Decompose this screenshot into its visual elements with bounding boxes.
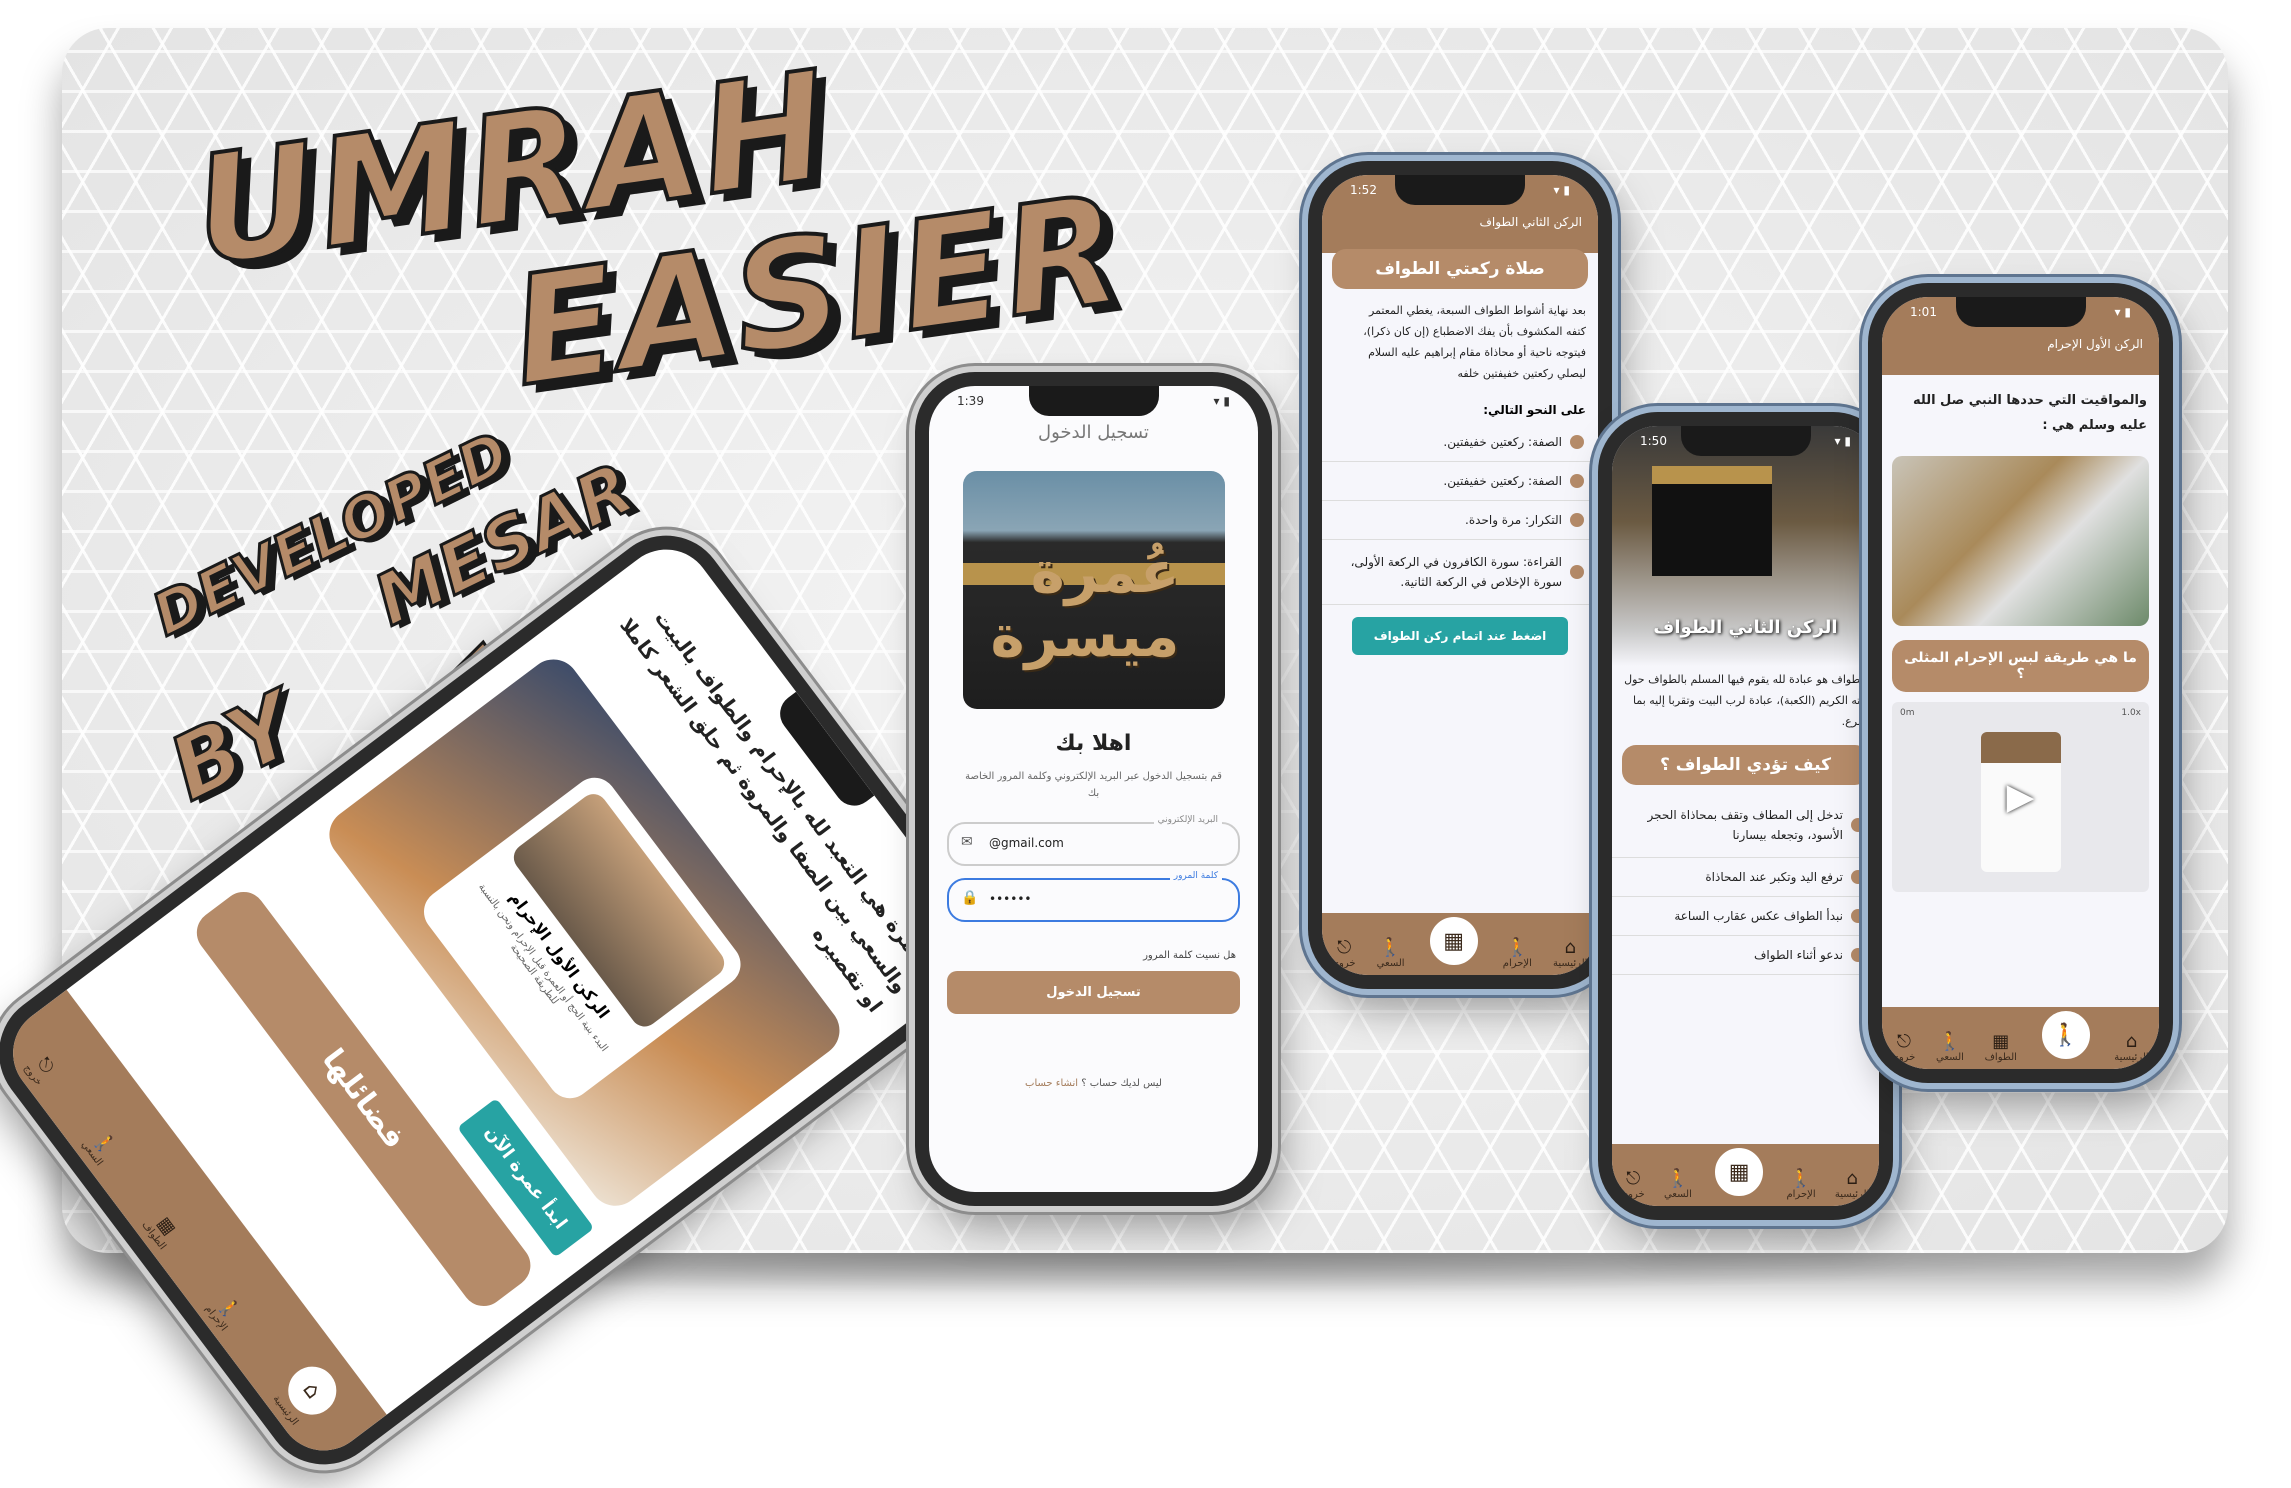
tab-sai[interactable]: 🚶 السعي [79,1127,121,1168]
tab-home[interactable]: ⌂ الرئيسية [1835,1168,1869,1200]
phone-notch [1680,426,1811,456]
tab-sai[interactable]: 🚶 السعي [1936,1031,1964,1063]
kaaba-icon: ▦ [1992,1031,2010,1052]
list-item: التكرار: مرة واحدة. [1322,501,1598,540]
tab-ihram[interactable]: 🚶 الإحرام [203,1291,246,1334]
bullet-dot [1570,512,1584,527]
section-paragraph: بعد نهاية أشواط الطواف السبعة، يغطي المع… [1363,304,1586,380]
exit-icon: ⎋ [1336,937,1352,958]
section-subhead: على النحو التالي: [1483,402,1586,417]
home-icon: ⌂ [2125,1031,2138,1052]
miqat-intro: والمواقيت التي حددها النبي صل الله عليه … [1913,393,2147,433]
bullet-dot [1851,818,1865,833]
ihram-question: ما هي طريقة لبس الإحرام المثلى ؟ [1892,640,2149,693]
tab-sai[interactable]: 🚶 السعي [1377,937,1405,969]
section-title: كيف تؤدي الطواف ؟ [1622,744,1869,785]
phone-notch [1028,386,1159,416]
play-icon[interactable]: ▶ [2007,777,2035,818]
walker-icon: 🚶 [1789,1168,1813,1189]
logo-calligraphy: عُمرة ميسرة [990,538,1180,670]
bottom-tab-bar: ⌂ الرئيسية 🚶 ▦ الطواف 🚶 السعي ⎋ خروج [1882,1007,2159,1069]
tab-exit[interactable]: ⎋ خروج [21,1050,60,1088]
list-item: ترفع اليد وتكبر عند المحاذاة [1612,858,1879,898]
video-time: 0m [1900,708,1915,719]
list-item: نبدأ الطواف عكس عقارب الساعة [1612,897,1879,937]
kaaba-shape [1652,466,1772,576]
exit-icon: ⎋ [1896,1031,1911,1052]
home-icon: ⌂ [1564,937,1576,958]
forgot-password-link[interactable]: هل نسيت كلمة المرور [929,934,1258,971]
tab-ihram[interactable]: 🚶 الإحرام [1786,1168,1815,1200]
tab-tawaf[interactable]: ▦ [1711,1144,1768,1200]
signup-row: ليس لديك حساب ؟ انشاء حساب [1025,1078,1162,1089]
tab-tawaf[interactable]: ▦ الطواف [1985,1031,2017,1063]
kaaba-icon: ▦ [1711,1144,1768,1200]
bottom-tab-bar: ⌂ الرئيسية 🚶 الإحرام ▦ 🚶 السعي ⎋ خروج [1322,913,1598,975]
page-title: الركن الأول الإحرام [2047,337,2143,351]
welcome-title: اهلا بك [1055,731,1132,756]
create-account-link[interactable]: انشاء حساب [1025,1078,1078,1089]
ihram-card-image [508,788,730,1033]
password-field[interactable]: كلمة المرور 🔒 •••••• [947,871,1240,922]
tab-home[interactable]: ⌂ الرئيسية [1553,937,1587,969]
finish-tawaf-button[interactable]: اضغط عند اتمام ركن الطواف [1352,617,1568,656]
miqat-map-image [1892,456,2149,627]
page-title: الركن الثاني الطواف [1479,215,1582,229]
home-icon: ⌂ [1846,1168,1858,1189]
login-header: تسجيل الدخول [1038,422,1149,443]
phone-tawaf-howto: 1:50 ▾ ▮ الركن الثاني الطواف الطواف هو عب… [1598,412,1893,1220]
list-item: الصفة: ركعتين خفيفتين. [1322,423,1598,462]
login-button[interactable]: تسجيل الدخول [947,971,1240,1014]
tab-home[interactable]: ⌂ الرئيسية [264,1351,352,1437]
walker-icon: 🚶 [1938,1031,1962,1052]
hero-title: الركن الثاني الطواف [1653,617,1838,638]
lock-icon: 🔒 [961,890,979,906]
list-item: ندعو أثناء الطواف [1612,936,1879,976]
phone-notch [1955,297,2086,327]
list-item: القراءة: سورة الكافرون في الركعة الأولى،… [1322,540,1598,606]
bullet-dot [1851,870,1865,885]
walker-icon: 🚶 [1379,937,1402,958]
list-item: تدخل إلى المطاف وتقف بمحاذاة الحجر الأسو… [1612,793,1879,859]
phone-login: 1:39 ▾ ▮ تسجيل الدخول عُمرة ميسرة اهلا بك … [915,372,1272,1206]
by-label: BY [153,671,314,822]
tab-sai[interactable]: 🚶 السعي [1664,1168,1692,1200]
tab-exit[interactable]: ⎋ خروج [1622,1168,1645,1200]
video-speed[interactable]: 1.0x [2121,708,2141,718]
phone-notch [1395,175,1525,205]
list-item: الصفة: ركعتين خفيفتين. [1322,462,1598,501]
phone-tawaf-prayer: 1:52 ▾ ▮ الركن الثاني الطواف صلاة ركعتي ا… [1308,161,1612,989]
bullet-dot [1851,909,1865,924]
walker-icon: 🚶 [1666,1168,1690,1189]
tab-ihram[interactable]: 🚶 [2037,1007,2094,1063]
walker-icon: 🚶 [1506,937,1529,958]
login-subtitle: قم بتسجيل الدخول عبر البريد الإلكتروني و… [965,771,1222,799]
mail-icon: ✉ [961,834,973,850]
walker-icon: 🚶 [2037,1007,2094,1063]
phone-ihram: 1:01 ▾ ▮ الركن الأول الإحرام والمواقيت ال… [1868,283,2173,1083]
section-paragraph: الطواف هو عبادة لله يقوم فيها المسلم بال… [1624,673,1867,728]
kaaba-hero-image: 1:50 ▾ ▮ الركن الثاني الطواف [1612,426,1879,666]
tab-ihram[interactable]: 🚶 الإحرام [1503,937,1532,969]
email-field[interactable]: البريد الإلكتروني ✉ @gmail.com [947,815,1240,866]
ihram-video-player[interactable]: 0m 1.0x ▶ [1892,702,2149,893]
tab-tawaf[interactable]: ▦ الطواف [140,1207,185,1252]
tab-exit[interactable]: ⎋ خروج [1892,1031,1915,1063]
section-title: صلاة ركعتي الطواف [1332,249,1588,289]
bullet-dot [1570,473,1584,488]
bullet-dot [1570,564,1584,579]
tab-home[interactable]: ⌂ الرئيسية [2114,1031,2148,1063]
tab-tawaf[interactable]: ▦ [1425,913,1482,969]
bottom-tab-bar: ⌂ الرئيسية 🚶 الإحرام ▦ 🚶 السعي ⎋ خروج [1612,1144,1879,1206]
bullet-dot [1851,948,1865,963]
app-logo: عُمرة ميسرة [962,471,1225,709]
kaaba-icon: ▦ [1425,913,1482,969]
exit-icon: ⎋ [1626,1168,1641,1189]
bullet-dot [1570,434,1584,449]
tab-exit[interactable]: ⎋ خروج [1333,937,1356,969]
